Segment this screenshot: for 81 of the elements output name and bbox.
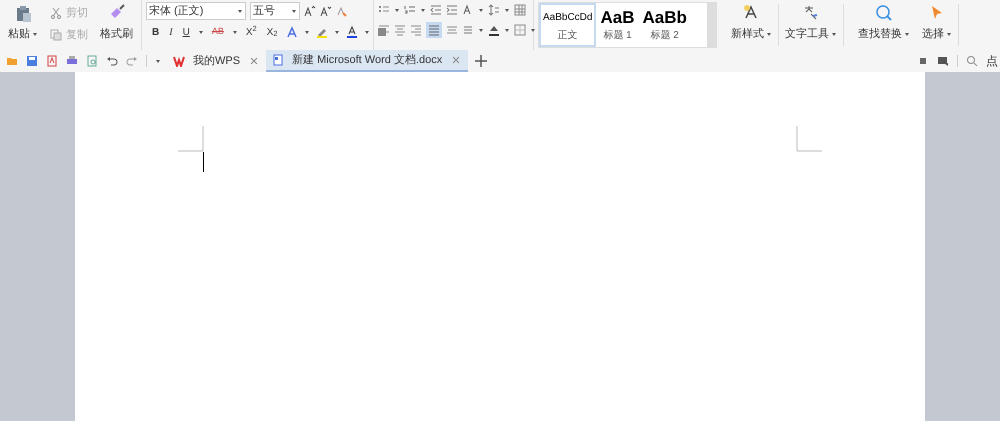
shading-icon[interactable]	[488, 24, 500, 36]
distributed-icon[interactable]	[446, 24, 458, 36]
print-icon[interactable]	[66, 55, 78, 67]
font-color-icon[interactable]	[346, 26, 358, 38]
subscript-button[interactable]: X$_{2}$	[264, 24, 280, 40]
find-replace-icon[interactable]	[875, 4, 893, 22]
wps-logo-icon[interactable]	[173, 55, 185, 67]
strikethrough-button[interactable]: AB	[210, 24, 226, 40]
caret-icon[interactable]	[504, 7, 510, 13]
caret-icon[interactable]	[504, 27, 510, 33]
style-preview: AaB	[600, 8, 634, 28]
undo-icon[interactable]	[106, 55, 118, 67]
close-icon[interactable]	[450, 54, 462, 66]
search-field[interactable]: 点	[986, 52, 1000, 70]
caret-icon[interactable]	[530, 27, 536, 33]
style-label: 标题 2	[650, 28, 679, 42]
font-size-dropdown[interactable]: 五号	[250, 2, 300, 20]
justify-icon[interactable]	[426, 22, 442, 38]
text-cursor	[203, 152, 204, 172]
numbered-list-icon[interactable]	[404, 4, 416, 16]
style-option[interactable]: AaBb 标题 2	[638, 3, 691, 47]
caret-icon[interactable]	[364, 29, 370, 35]
caret-icon[interactable]	[766, 31, 772, 38]
save-icon[interactable]	[26, 55, 38, 67]
caret-icon[interactable]	[831, 31, 837, 38]
caret-icon[interactable]	[155, 58, 161, 64]
comment-icon[interactable]	[937, 55, 949, 67]
style-preview: AaBbCcDd	[543, 10, 592, 24]
redo-icon[interactable]	[126, 55, 138, 67]
ribbon-tool-button[interactable]: 文字工具	[779, 0, 843, 50]
italic-button[interactable]: I	[167, 24, 175, 40]
shrink-font-icon[interactable]	[320, 5, 332, 17]
close-icon[interactable]	[248, 55, 260, 67]
caret-icon[interactable]	[904, 31, 910, 38]
style-label: 标题 1	[603, 28, 632, 42]
highlighter-icon[interactable]	[316, 26, 328, 38]
caret-icon[interactable]	[237, 8, 243, 14]
paragraph-spacing-icon[interactable]	[462, 24, 474, 36]
margin-mark-right	[796, 126, 822, 152]
decrease-indent-icon[interactable]	[430, 4, 442, 16]
caret-icon[interactable]	[304, 29, 310, 35]
ribbon-tool-button[interactable]: 查找替换	[852, 0, 916, 50]
add-tab-icon[interactable]	[474, 54, 488, 68]
pdf-icon[interactable]	[46, 55, 58, 67]
caret-icon[interactable]	[198, 29, 204, 35]
grow-font-icon[interactable]	[304, 5, 316, 17]
bold-button[interactable]: B	[150, 24, 162, 40]
style-label: 正文	[558, 28, 578, 42]
text-tools-icon[interactable]	[802, 4, 820, 22]
caret-icon[interactable]	[232, 29, 238, 35]
search-icon[interactable]	[966, 55, 978, 67]
align-right-icon[interactable]	[410, 24, 422, 36]
table-icon[interactable]	[514, 4, 526, 16]
paste-button[interactable]: 粘贴	[4, 4, 42, 42]
ribbon-tool-button[interactable]: 新样式	[725, 0, 778, 50]
caret-icon[interactable]	[291, 8, 297, 14]
line-spacing-icon[interactable]	[488, 4, 500, 16]
document-icon[interactable]	[272, 54, 284, 66]
margin-mark-left	[178, 126, 204, 152]
increase-indent-icon[interactable]	[446, 4, 458, 16]
font-name-dropdown[interactable]: 宋体 (正文)	[146, 2, 246, 20]
format-painter-button[interactable]: 格式刷	[96, 4, 137, 42]
caret-icon[interactable]	[420, 7, 426, 13]
caret-icon[interactable]	[32, 31, 38, 38]
superscript-button[interactable]: X$^{2}$	[244, 24, 259, 40]
borders-icon[interactable]	[514, 24, 526, 36]
underline-button[interactable]: U	[180, 24, 192, 40]
caret-icon[interactable]	[946, 31, 952, 38]
ribbon-tool-button[interactable]: 选择	[916, 0, 958, 50]
caret-icon[interactable]	[334, 29, 340, 35]
caret-icon[interactable]	[478, 7, 484, 13]
style-option[interactable]: AaB 标题 1	[596, 3, 638, 47]
style-option[interactable]: AaBbCcDd 正文	[539, 3, 596, 47]
text-effect-icon[interactable]	[286, 26, 298, 38]
clipboard-icon[interactable]	[14, 4, 32, 22]
document-tab[interactable]: 新建 Microsoft Word 文档.docx	[266, 50, 468, 72]
align-center-icon[interactable]	[394, 24, 406, 36]
style-preview: AaBb	[642, 8, 687, 28]
clear-format-icon[interactable]	[336, 5, 348, 17]
caret-icon[interactable]	[478, 27, 484, 33]
caret-icon[interactable]	[394, 7, 400, 13]
